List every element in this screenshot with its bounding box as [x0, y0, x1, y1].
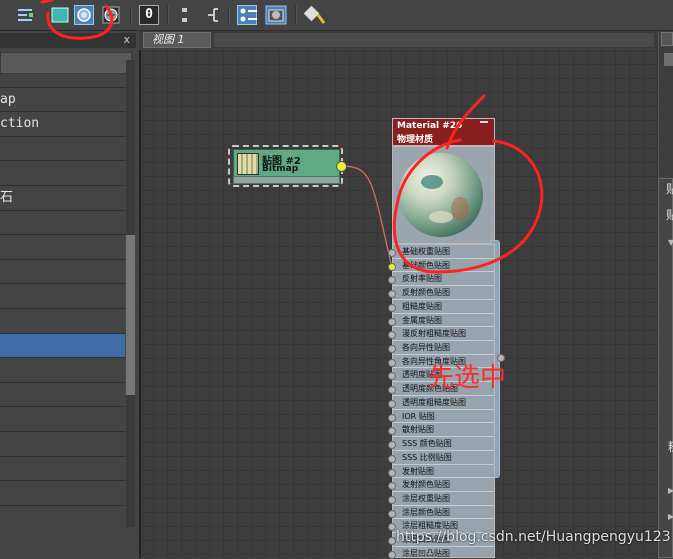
annotation-text: 先选中 [428, 363, 507, 393]
watermark: https://blog.csdn.net/Huangpengyu123 [396, 529, 671, 545]
red-annotation-marks [40, 0, 544, 274]
